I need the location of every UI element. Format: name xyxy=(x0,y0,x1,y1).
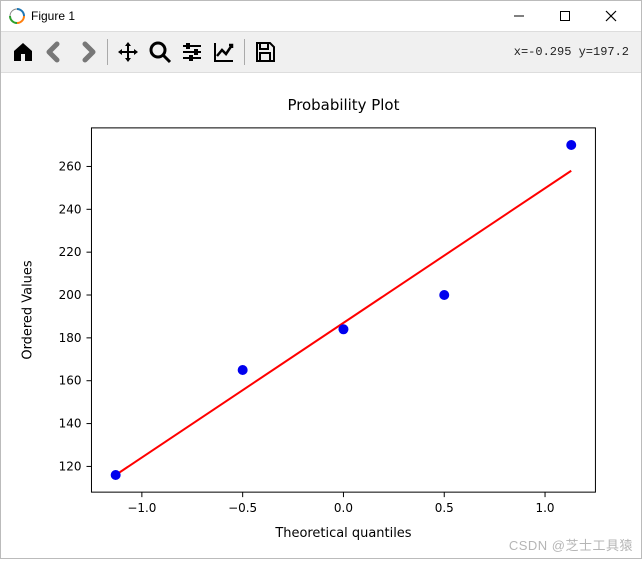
ytick-label: 140 xyxy=(59,417,82,431)
x-axis-label: Theoretical quantiles xyxy=(274,526,411,541)
forward-button[interactable] xyxy=(71,36,103,68)
minimize-button[interactable] xyxy=(497,2,541,30)
window-title: Figure 1 xyxy=(31,9,75,23)
ytick-label: 240 xyxy=(59,202,82,216)
toolbar-separator xyxy=(107,39,108,65)
home-button[interactable] xyxy=(7,36,39,68)
titlebar: Figure 1 xyxy=(1,1,641,31)
data-point xyxy=(111,470,121,480)
data-point xyxy=(338,324,348,334)
ytick-label: 160 xyxy=(59,374,82,388)
y-axis-label: Ordered Values xyxy=(21,260,36,360)
save-button[interactable] xyxy=(249,36,281,68)
ytick-label: 120 xyxy=(59,459,82,473)
data-point xyxy=(566,140,576,150)
data-point xyxy=(238,365,248,375)
zoom-button[interactable] xyxy=(144,36,176,68)
ytick-label: 200 xyxy=(59,288,82,302)
watermark: CSDN @芝士工具猿 xyxy=(509,535,633,554)
axes-frame xyxy=(91,128,595,492)
figure-window: Figure 1 xyxy=(0,0,642,559)
axes-button[interactable] xyxy=(208,36,240,68)
xtick-label: 1.0 xyxy=(536,501,555,515)
ytick-label: 220 xyxy=(59,245,82,259)
ytick-label: 260 xyxy=(59,159,82,173)
toolbar-separator xyxy=(244,39,245,65)
data-point xyxy=(439,290,449,300)
back-button[interactable] xyxy=(39,36,71,68)
titlebar-left: Figure 1 xyxy=(9,8,75,24)
pan-button[interactable] xyxy=(112,36,144,68)
close-button[interactable] xyxy=(589,2,633,30)
cursor-coordinates: x=-0.295 y=197.2 xyxy=(514,45,635,59)
fit-line xyxy=(116,171,572,475)
window-controls xyxy=(497,2,633,30)
xtick-label: 0.0 xyxy=(334,501,353,515)
plot-area[interactable]: −1.0 −0.5 0.0 0.5 1.0 120 140 160 180 200 220 240 26… xyxy=(1,73,641,558)
xtick-label: 0.5 xyxy=(435,501,454,515)
xtick-label: −1.0 xyxy=(127,501,156,515)
app-icon xyxy=(9,8,25,24)
toolbar: x=-0.295 y=197.2 xyxy=(1,31,641,73)
configure-button[interactable] xyxy=(176,36,208,68)
maximize-button[interactable] xyxy=(543,2,587,30)
chart-title: Probability Plot xyxy=(287,96,399,114)
ytick-label: 180 xyxy=(59,331,82,345)
xtick-label: −0.5 xyxy=(228,501,257,515)
